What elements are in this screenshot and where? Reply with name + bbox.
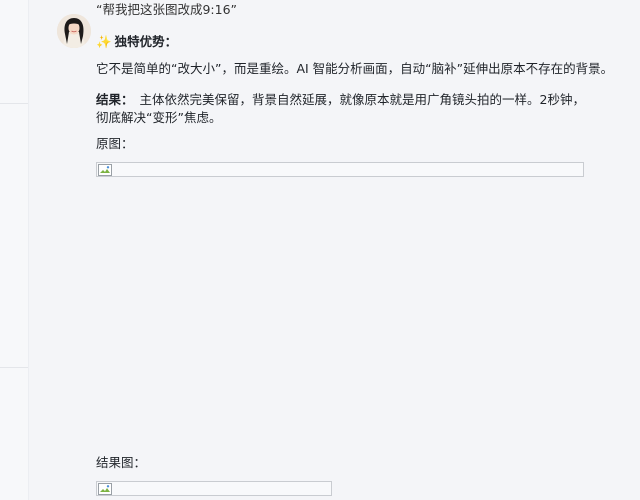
section-heading: ✨ 独特优势： (96, 33, 177, 51)
avatar-portrait-icon (57, 14, 91, 48)
chat-page: “帮我把这张图改成9:16” ✨ 独特优势： 它不是简单的“改大小”，而是重绘。A… (0, 0, 640, 500)
sidebar-edge (0, 0, 29, 500)
broken-image-icon (98, 483, 112, 495)
result-text: 主体依然完美保留，背景自然延展，就像原本就是用广角镜头拍的一样。2秒钟，彻底解决… (96, 92, 585, 125)
original-image-label: 原图： (96, 136, 134, 151)
paragraph-result: 结果： 主体依然完美保留，背景自然延展，就像原本就是用广角镜头拍的一样。2秒钟，彻… (96, 91, 596, 127)
sparkles-icon: ✨ (96, 34, 112, 49)
previous-message-text: “帮我把这张图改成9:16” (96, 2, 238, 17)
sidebar-divider (0, 103, 28, 104)
sidebar-divider (0, 367, 28, 368)
avatar[interactable] (57, 14, 91, 48)
paragraph-description: 它不是简单的“改大小”，而是重绘。AI 智能分析画面，自动“脑补”延伸出原本不存… (96, 61, 614, 76)
result-label: 结果： (96, 92, 134, 107)
result-image-label: 结果图： (96, 455, 147, 470)
original-image[interactable] (96, 162, 584, 177)
section-heading-text: 独特优势： (114, 34, 178, 49)
result-image[interactable] (96, 481, 332, 496)
broken-image-icon (98, 164, 112, 176)
